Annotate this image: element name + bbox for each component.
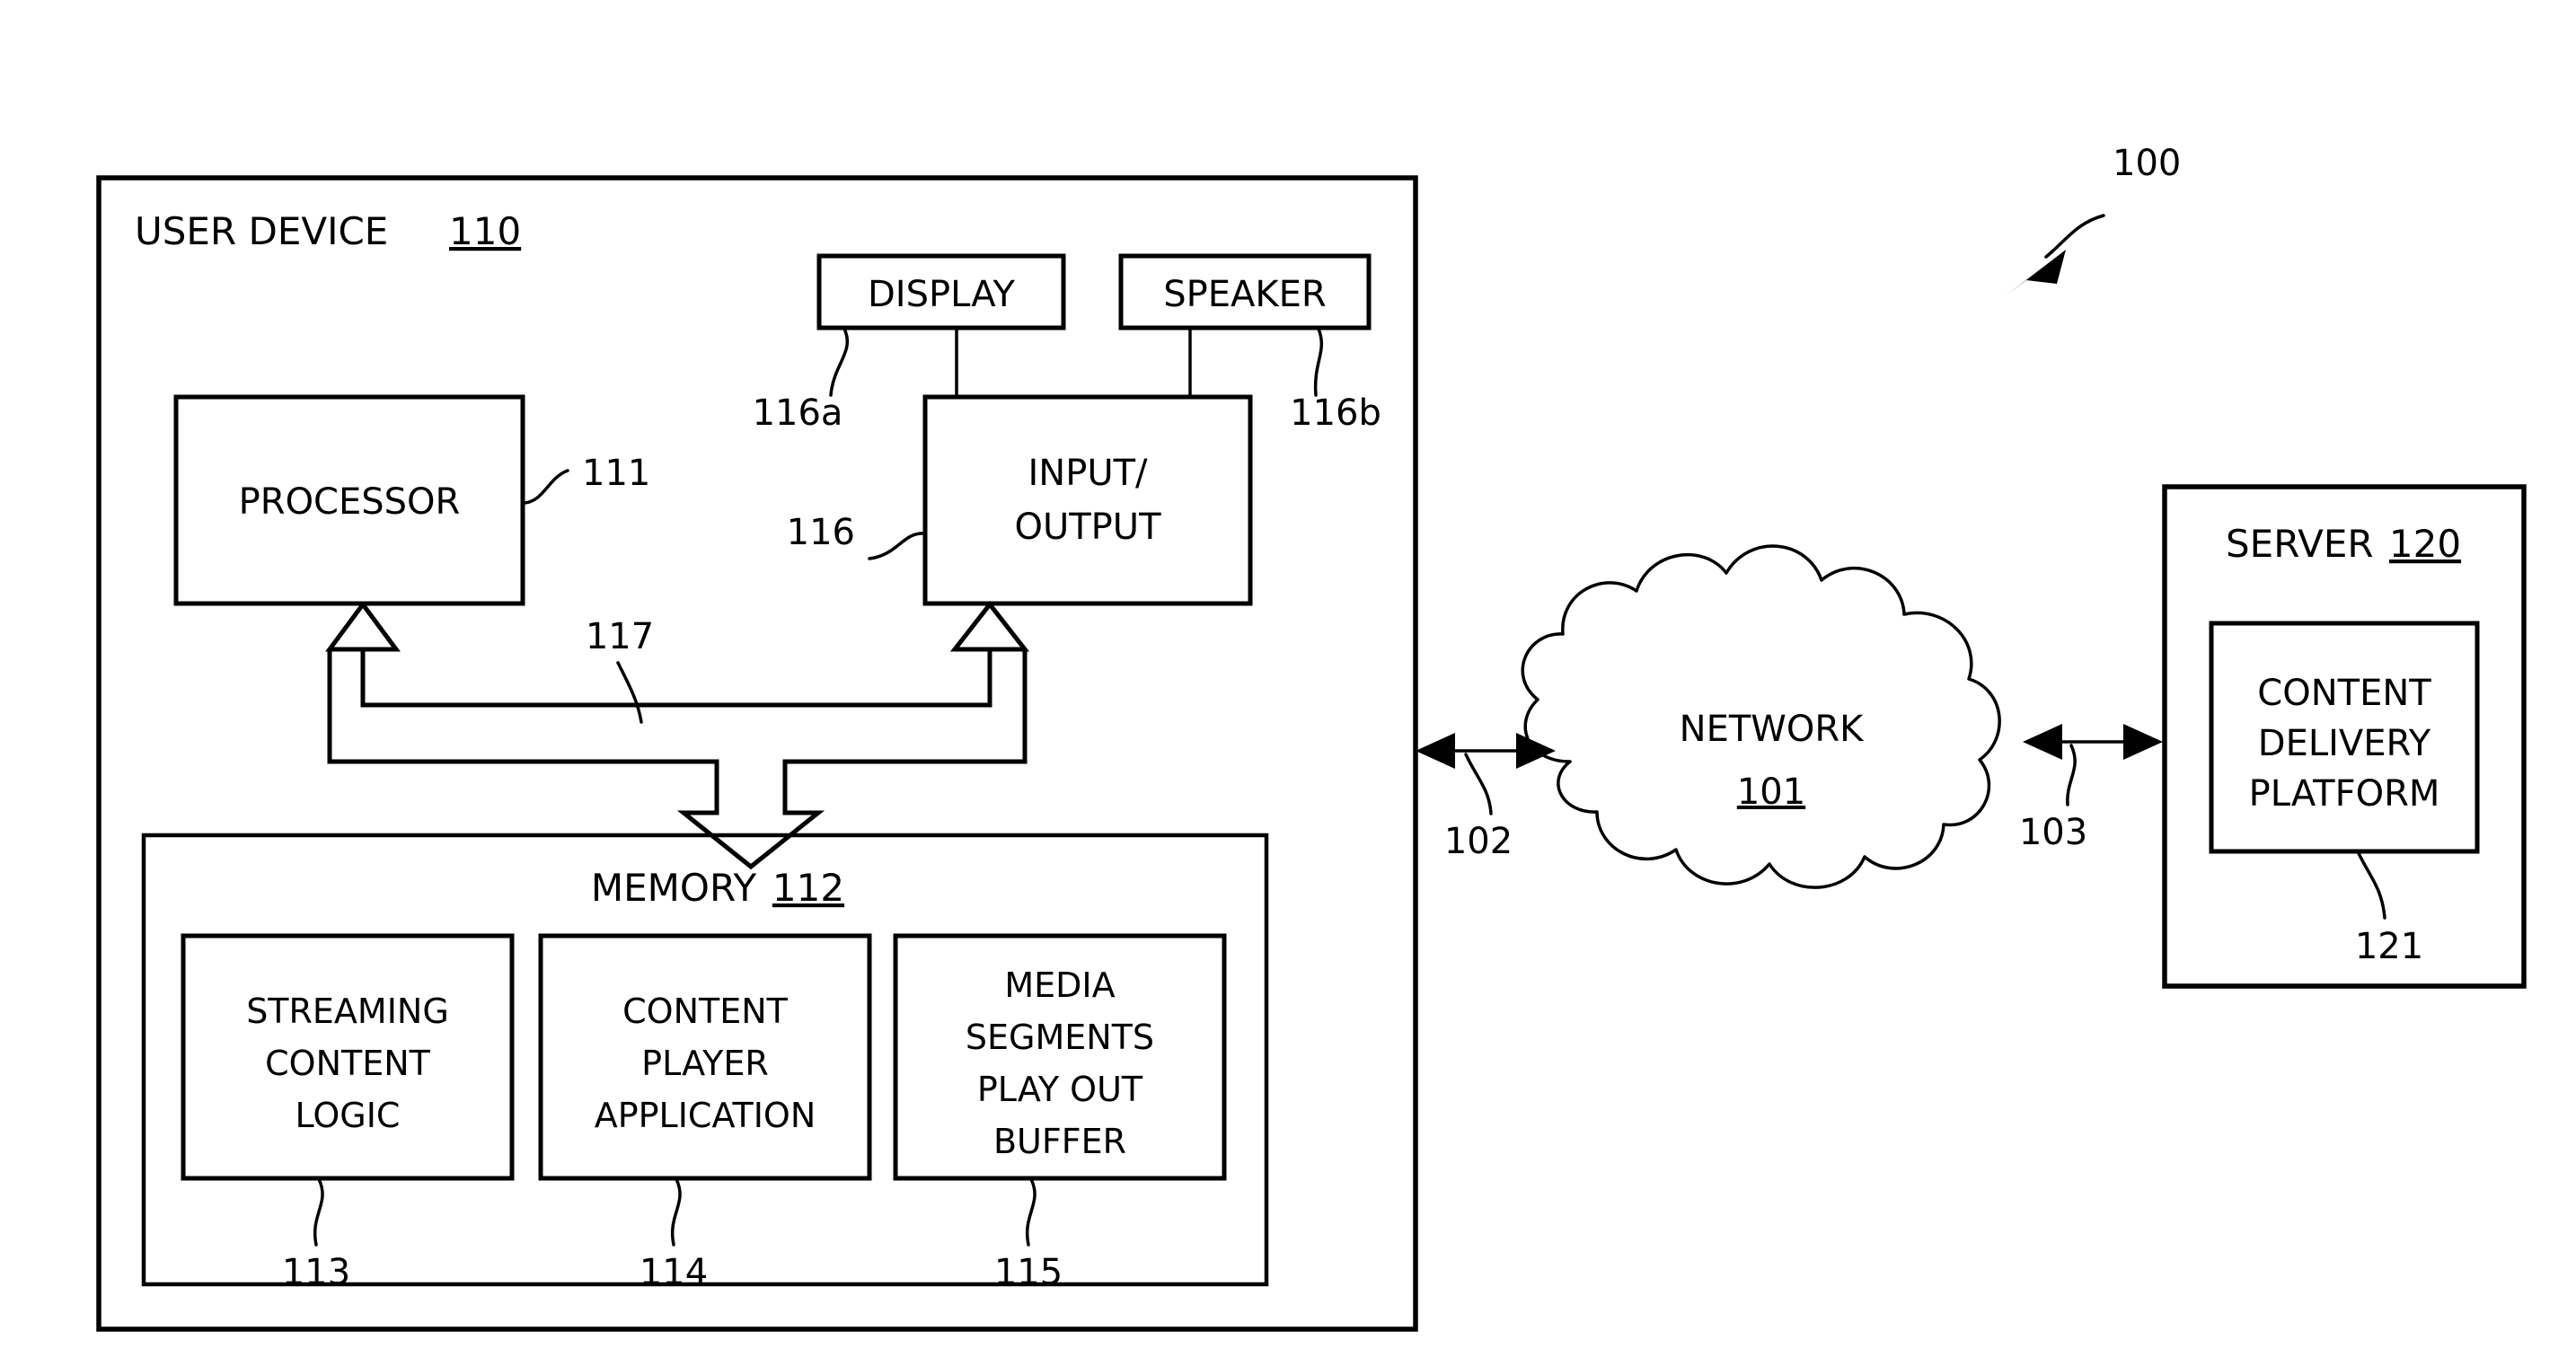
network-ref: 101 [1737,771,1805,813]
speaker-label: SPEAKER [1163,274,1326,315]
server-title: SERVER [2226,522,2374,566]
server-ref: 120 [2389,522,2461,566]
bus-upper-rail [360,600,1030,708]
user-device-ref: 110 [449,209,521,253]
bus-left-arrowhead [325,603,366,652]
memory-block-1-line-1: PLAYER [641,1044,769,1083]
memory-block-0-line-0: STREAMING [246,991,449,1031]
content-delivery-platform-line3: PLATFORM [2249,773,2440,815]
memory-ref: 112 [772,866,844,910]
link-103-left-arrowhead [2023,724,2062,760]
display-ref: 116a [753,392,843,434]
memory-block-2-line-3: BUFFER [993,1122,1126,1161]
link-103 [2023,724,2163,806]
input-output-box [922,394,1253,606]
patent-block-diagram: 100 USER DEVICE 110 DISPLAY 116a SPEAKER… [96,143,2527,1332]
input-output-ref: 116 [787,512,855,553]
processor-ref: 111 [582,453,650,494]
user-device-title: USER DEVICE [135,209,388,253]
link-102 [1416,733,1556,815]
link-103-right-arrowhead [2123,724,2163,760]
content-delivery-platform-line1: CONTENT [2257,673,2431,714]
leader-117 [616,661,643,724]
memory-block-2-line-1: SEGMENTS [966,1018,1154,1057]
content-delivery-platform-line2: DELIVERY [2258,723,2431,764]
figure-canvas: 100 USER DEVICE 110 DISPLAY 116a SPEAKER… [0,0,2576,1366]
memory-block-1-line-2: APPLICATION [595,1096,816,1135]
bus-ref: 117 [586,616,654,657]
leader-103 [2066,744,2077,806]
memory-block-2-line-2: PLAY OUT [977,1070,1143,1109]
callout-100-arrowhead [2005,250,2066,296]
leader-115 [1025,1177,1037,1247]
leader-121 [2356,850,2386,920]
memory-block-1-line-0: CONTENT [622,991,789,1031]
user-device-container [96,175,1418,1332]
network-label: NETWORK [1680,709,1865,750]
display-label: DISPLAY [868,274,1016,315]
memory-block-0-ref: 113 [282,1252,350,1293]
leader-116b [1313,327,1323,397]
memory-title: MEMORY [591,866,757,910]
memory-block-1-ref: 114 [640,1252,708,1293]
leader-114 [670,1177,682,1247]
memory-block-0-line-1: CONTENT [265,1044,431,1083]
content-delivery-platform-ref: 121 [2355,926,2423,967]
leader-116a [829,327,850,397]
leader-102 [1464,753,1493,815]
input-output-label-line1: INPUT/ [1028,453,1148,494]
leader-100 [2044,214,2105,259]
link-102-ref: 102 [1444,821,1513,862]
link-102-left-arrowhead [1416,733,1455,769]
speaker-ref: 116b [1290,392,1381,434]
input-output-label-line2: OUTPUT [1014,507,1161,548]
processor-label: PROCESSOR [239,481,461,523]
leader-116 [868,532,927,560]
link-103-ref: 103 [2019,812,2087,853]
memory-block-2-line-0: MEDIA [1004,965,1115,1005]
figure-callout-100 [2005,214,2105,296]
memory-block-0-line-2: LOGIC [296,1096,401,1135]
figure-ref-100: 100 [2113,143,2181,184]
leader-113 [313,1177,324,1247]
memory-block-2-ref: 115 [994,1252,1063,1293]
leader-111 [521,469,569,505]
